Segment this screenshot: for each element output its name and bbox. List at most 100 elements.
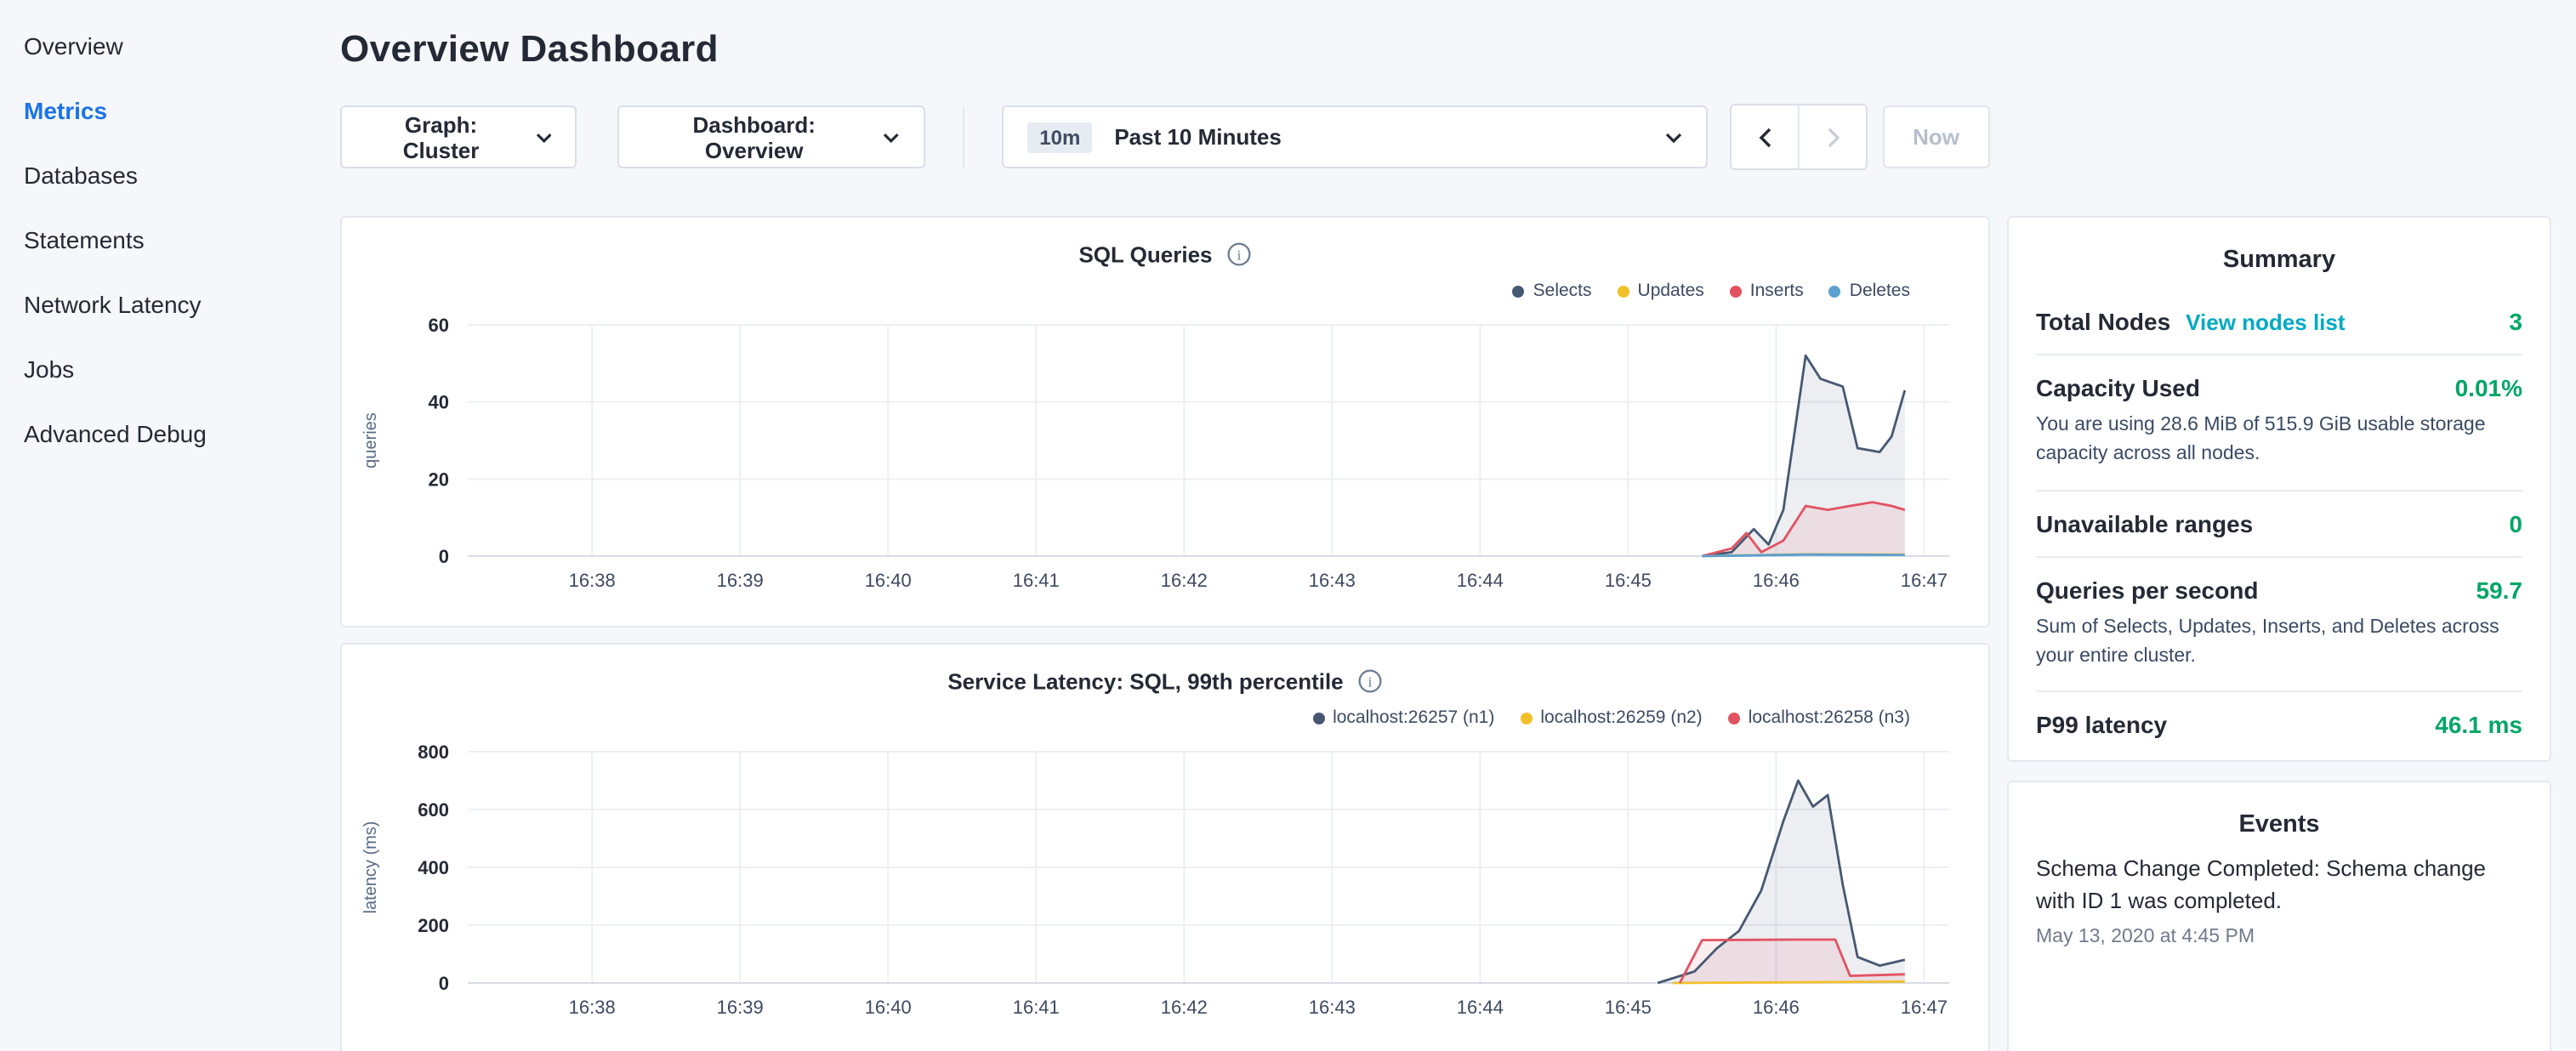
summary-description: You are using 28.6 MiB of 515.9 GiB usab…: [2036, 412, 2522, 470]
event-text: Schema Change Completed: Schema change w…: [2036, 854, 2522, 917]
svg-text:16:43: 16:43: [1309, 997, 1356, 1018]
summary-label: Capacity Used: [2036, 374, 2200, 401]
svg-text:60: 60: [429, 315, 449, 336]
legend-dot-icon: [1513, 285, 1525, 297]
svg-text:16:45: 16:45: [1605, 570, 1652, 591]
legend-item: localhost:26259 (n2): [1520, 707, 1702, 728]
svg-text:16:41: 16:41: [1013, 997, 1060, 1018]
time-range-badge: 10m: [1027, 122, 1092, 152]
sidebar-item-databases[interactable]: Databases: [0, 143, 340, 207]
right-sidebar: Summary Total Nodes View nodes list 3 Ca…: [2007, 0, 2551, 1051]
chevron-right-icon: [1826, 127, 1840, 147]
legend-label: localhost:26258 (n3): [1749, 707, 1910, 728]
summary-row-capacity-used: Capacity Used 0.01% You are using 28.6 M…: [2036, 354, 2522, 489]
summary-row-p99-latency: P99 latency 46.1 ms: [2036, 690, 2522, 757]
event-timestamp: May 13, 2020 at 4:45 PM: [2036, 926, 2522, 946]
svg-text:i: i: [1368, 674, 1372, 690]
summary-value: 0.01%: [2455, 374, 2522, 401]
chart-header: SQL Queries i: [342, 218, 1988, 274]
chart-panel-service-latency: Service Latency: SQL, 99th percentile i lo…: [340, 643, 1990, 1051]
toolbar-divider: [963, 106, 964, 168]
svg-text:20: 20: [429, 469, 449, 490]
summary-row-queries-per-second: Queries per second 59.7 Sum of Selects, …: [2036, 555, 2522, 690]
svg-text:16:44: 16:44: [1457, 997, 1504, 1018]
summary-value: 46.1 ms: [2435, 711, 2522, 738]
chart-canvas[interactable]: 16:3816:3916:4016:4116:4216:4316:4416:45…: [342, 731, 1988, 1031]
info-icon[interactable]: i: [1226, 242, 1252, 268]
chart-legend: localhost:26257 (n1) localhost:26259 (n2)…: [342, 704, 1988, 731]
svg-text:0: 0: [439, 546, 449, 567]
graph-dropdown-label: Graph: Cluster: [366, 111, 516, 162]
svg-text:16:40: 16:40: [865, 570, 912, 591]
legend-dot-icon: [1728, 712, 1740, 724]
legend-dot-icon: [1730, 285, 1742, 297]
summary-label: Queries per second: [2036, 576, 2258, 603]
svg-text:16:46: 16:46: [1753, 997, 1800, 1018]
summary-row-total-nodes: Total Nodes View nodes list 3: [2036, 289, 2522, 354]
svg-text:16:46: 16:46: [1753, 570, 1800, 591]
legend-label: Deletes: [1850, 281, 1910, 301]
svg-text:600: 600: [418, 799, 449, 821]
summary-title: Summary: [2036, 247, 2522, 274]
legend-item: localhost:26258 (n3): [1728, 707, 1910, 728]
time-pager: [1731, 104, 1867, 170]
svg-text:16:39: 16:39: [717, 570, 764, 591]
legend-dot-icon: [1312, 712, 1324, 724]
summary-row-unavailable-ranges: Unavailable ranges 0: [2036, 489, 2522, 555]
svg-text:16:41: 16:41: [1013, 570, 1060, 591]
events-title: Events: [2036, 811, 2522, 838]
chart-title: Service Latency: SQL, 99th percentile: [947, 669, 1343, 695]
time-range-dropdown[interactable]: 10m Past 10 Minutes: [1002, 105, 1709, 168]
graph-dropdown[interactable]: Graph: Cluster: [340, 105, 577, 168]
legend-item: Inserts: [1730, 281, 1804, 301]
summary-value: 59.7: [2476, 576, 2523, 603]
svg-text:0: 0: [439, 973, 449, 994]
summary-panel: Summary Total Nodes View nodes list 3 Ca…: [2007, 216, 2551, 762]
svg-text:16:42: 16:42: [1161, 570, 1208, 591]
dashboard-dropdown-label: Dashboard: Overview: [644, 111, 865, 162]
legend-label: Updates: [1638, 281, 1704, 301]
summary-description: Sum of Selects, Updates, Inserts, and De…: [2036, 613, 2522, 672]
svg-text:200: 200: [418, 915, 449, 936]
sidebar-item-statements[interactable]: Statements: [0, 207, 340, 272]
svg-text:16:45: 16:45: [1605, 997, 1652, 1018]
sidebar-item-network-latency[interactable]: Network Latency: [0, 272, 340, 337]
legend-dot-icon: [1618, 285, 1629, 297]
legend-dot-icon: [1829, 285, 1841, 297]
main-content: Overview Dashboard Graph: Cluster Dashbo…: [340, 0, 1990, 1051]
sidebar-item-advanced-debug[interactable]: Advanced Debug: [0, 401, 340, 466]
chart-panel-sql-queries: SQL Queries i Selects Updates Inserts Deletes…: [340, 216, 1990, 628]
svg-text:400: 400: [418, 857, 449, 878]
legend-label: Inserts: [1750, 281, 1804, 301]
events-panel: Events Schema Change Completed: Schema c…: [2007, 781, 2551, 1051]
dashboard-dropdown[interactable]: Dashboard: Overview: [618, 105, 926, 168]
legend-label: Selects: [1533, 281, 1592, 301]
summary-label: P99 latency: [2036, 711, 2167, 738]
svg-text:16:47: 16:47: [1901, 997, 1948, 1018]
legend-label: localhost:26257 (n1): [1333, 707, 1494, 728]
svg-text:queries: queries: [361, 412, 380, 469]
summary-label: Unavailable ranges: [2036, 509, 2253, 537]
svg-text:16:42: 16:42: [1161, 997, 1208, 1018]
info-icon[interactable]: i: [1357, 669, 1383, 695]
chart-title: SQL Queries: [1078, 242, 1212, 268]
time-range-label: Past 10 Minutes: [1114, 124, 1282, 150]
view-nodes-list-link[interactable]: View nodes list: [2186, 310, 2345, 335]
svg-text:40: 40: [429, 392, 449, 413]
chevron-left-icon: [1759, 127, 1772, 147]
legend-label: localhost:26259 (n2): [1540, 707, 1702, 728]
chevron-down-icon: [884, 132, 900, 142]
now-button[interactable]: Now: [1882, 105, 1990, 168]
time-back-button[interactable]: [1732, 105, 1799, 168]
sidebar: Overview Metrics Databases Statements Ne…: [0, 0, 340, 1051]
legend-item: Deletes: [1829, 281, 1910, 301]
summary-value: 0: [2509, 509, 2522, 537]
sidebar-item-overview[interactable]: Overview: [0, 14, 340, 78]
chart-canvas[interactable]: 16:3816:3916:4016:4116:4216:4316:4416:45…: [342, 304, 1988, 604]
event-item[interactable]: Schema Change Completed: Schema change w…: [2036, 854, 2522, 946]
svg-text:800: 800: [418, 741, 449, 763]
legend-dot-icon: [1520, 712, 1532, 724]
time-forward-button[interactable]: [1799, 105, 1865, 168]
sidebar-item-metrics[interactable]: Metrics: [0, 78, 340, 143]
sidebar-item-jobs[interactable]: Jobs: [0, 337, 340, 401]
